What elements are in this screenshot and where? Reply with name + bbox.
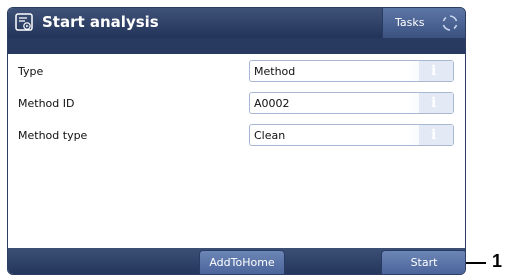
method-id-info-button[interactable]: i [419, 93, 453, 113]
tasks-label: Tasks [395, 16, 425, 29]
method-type-row: Method type Clean i [8, 124, 465, 148]
tasks-button[interactable]: Tasks [382, 8, 465, 38]
bottom-bar: AddToHome Start [8, 248, 465, 274]
sub-header-bar [8, 38, 465, 54]
method-type-field[interactable]: Clean i [249, 124, 454, 146]
method-id-value: A0002 [254, 97, 290, 110]
info-icon: i [431, 63, 437, 79]
title-bar: Start analysis Tasks [8, 8, 465, 38]
sync-icon [441, 14, 459, 32]
type-field[interactable]: Method i [249, 60, 454, 82]
method-id-label: Method ID [18, 97, 75, 110]
method-id-row: Method ID A0002 i [8, 92, 465, 116]
method-id-field[interactable]: A0002 i [249, 92, 454, 114]
document-play-icon [14, 12, 34, 32]
start-button[interactable]: Start [381, 250, 465, 274]
add-to-home-button[interactable]: AddToHome [199, 250, 285, 274]
method-type-label: Method type [18, 129, 88, 142]
type-value: Method [254, 65, 296, 78]
callout-number: 1 [492, 251, 503, 271]
method-type-info-button[interactable]: i [419, 125, 453, 145]
app-window: Start analysis Tasks Type Method i Metho… [7, 7, 466, 275]
type-row: Type Method i [8, 60, 465, 84]
callout-line [466, 262, 486, 264]
type-label: Type [18, 65, 44, 78]
info-icon: i [431, 95, 437, 111]
method-type-value: Clean [254, 129, 286, 142]
type-info-button[interactable]: i [419, 61, 453, 81]
info-icon: i [431, 127, 437, 143]
page-title: Start analysis [42, 13, 159, 31]
